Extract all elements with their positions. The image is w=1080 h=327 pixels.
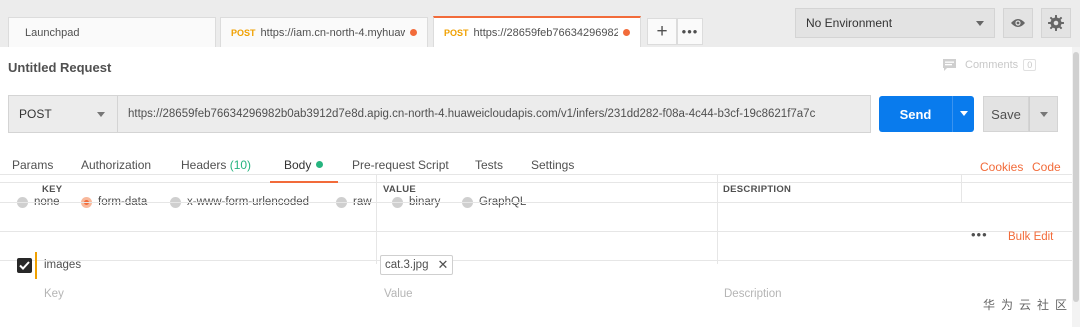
tab-request-infer[interactable]: POST https://28659feb76634296982b0ab3912…: [433, 16, 641, 47]
tab-settings[interactable]: Settings: [531, 158, 574, 172]
unsaved-dot-icon: [623, 29, 630, 36]
remove-file-icon[interactable]: ✕: [437, 257, 448, 273]
column-header-description: DESCRIPTION: [723, 184, 792, 195]
method-select[interactable]: POST: [8, 95, 118, 133]
column-divider: [961, 174, 962, 202]
row-key-input[interactable]: images: [44, 259, 81, 271]
eye-icon: [1011, 19, 1025, 27]
new-value-input[interactable]: Value: [384, 288, 413, 300]
row-enabled-checkbox[interactable]: [17, 258, 32, 273]
file-chip[interactable]: cat.3.jpg ✕: [380, 255, 454, 275]
environment-label: No Environment: [806, 16, 893, 30]
send-button[interactable]: Send: [879, 96, 952, 132]
table-options-button[interactable]: •••: [971, 227, 988, 242]
chevron-down-icon: [960, 111, 968, 116]
column-divider: [717, 174, 718, 264]
tab-body[interactable]: Body: [284, 158, 324, 172]
table-divider: [0, 231, 1072, 232]
tab-launchpad[interactable]: Launchpad: [8, 17, 216, 47]
code-link[interactable]: Code: [1032, 160, 1061, 174]
column-header-value: VALUE: [383, 184, 416, 195]
tab-url: https://iam.cn-north-4.myhuaweicloud.com: [260, 26, 405, 39]
tab-bar: Launchpad POST https://iam.cn-north-4.my…: [0, 0, 1080, 47]
column-divider: [376, 174, 377, 264]
form-data-table: KEY VALUE DESCRIPTION: [0, 174, 1072, 280]
save-options-button[interactable]: [1029, 96, 1058, 132]
scrollbar-thumb[interactable]: [1073, 52, 1079, 302]
chevron-down-icon: [97, 112, 105, 117]
watermark: 华为云社区: [983, 298, 1074, 312]
method-label: POST: [19, 107, 52, 121]
more-tabs-button[interactable]: •••: [677, 18, 703, 45]
unsaved-dot-icon: [410, 29, 417, 36]
checkmark-icon: [19, 261, 30, 270]
comments-label: Comments: [965, 59, 1019, 71]
gear-icon: [1048, 15, 1064, 31]
environment-select[interactable]: No Environment: [795, 8, 995, 38]
request-title[interactable]: Untitled Request: [8, 60, 111, 75]
manage-environments-button[interactable]: [1041, 8, 1071, 38]
tab-label: Launchpad: [25, 26, 80, 39]
table-divider: [0, 174, 1072, 175]
tab-method: POST: [444, 27, 469, 38]
tab-method: POST: [231, 27, 256, 38]
table-divider: [0, 260, 1072, 261]
tab-headers-label: Headers: [181, 158, 227, 172]
tab-url: https://28659feb76634296982b0ab3912d7e8d: [473, 26, 618, 39]
save-button[interactable]: Save: [983, 96, 1029, 132]
headers-count: (10): [229, 158, 252, 172]
environment-quick-look-button[interactable]: [1003, 8, 1033, 38]
tab-request-iam[interactable]: POST https://iam.cn-north-4.myhuaweiclou…: [220, 17, 428, 47]
url-input[interactable]: https://28659feb76634296982b0ab3912d7e8d…: [118, 95, 871, 133]
column-header-key: KEY: [42, 184, 63, 195]
new-tab-button[interactable]: +: [647, 18, 677, 45]
tab-authorization[interactable]: Authorization: [81, 158, 151, 172]
tab-tests[interactable]: Tests: [475, 158, 503, 172]
body-indicator-dot-icon: [316, 161, 324, 168]
cookies-link[interactable]: Cookies: [980, 160, 1023, 174]
row-drag-handle[interactable]: [35, 252, 37, 279]
comments-button[interactable]: Comments 0: [942, 58, 1037, 72]
chevron-down-icon: [976, 21, 984, 26]
new-description-input[interactable]: Description: [724, 288, 782, 300]
chevron-down-icon: [1040, 112, 1048, 117]
tab-prerequest-script[interactable]: Pre-request Script: [352, 158, 449, 172]
comment-icon: [943, 59, 956, 71]
table-divider: [0, 202, 1072, 203]
send-options-button[interactable]: [952, 96, 974, 132]
comments-count: 0: [1023, 59, 1037, 71]
tab-headers[interactable]: Headers (10): [181, 158, 251, 172]
bulk-edit-link[interactable]: Bulk Edit: [1008, 231, 1053, 243]
tab-body-label: Body: [284, 158, 312, 172]
tab-params[interactable]: Params: [12, 158, 53, 172]
new-key-input[interactable]: Key: [44, 288, 64, 300]
file-name: cat.3.jpg: [385, 259, 429, 271]
